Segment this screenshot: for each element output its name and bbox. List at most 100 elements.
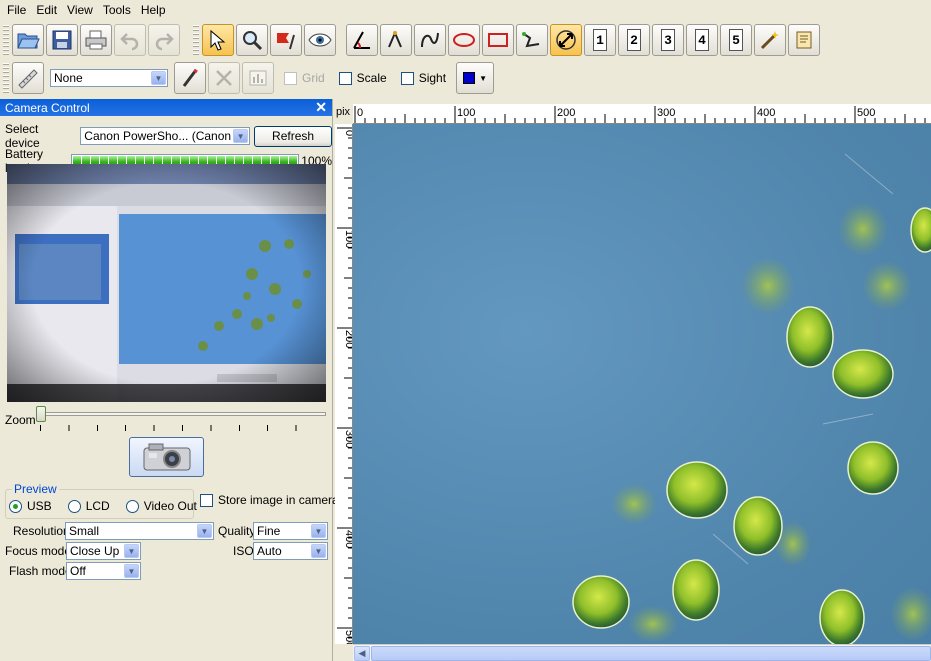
undo-button[interactable] (114, 24, 146, 56)
tool-3-button[interactable]: 3 (652, 24, 684, 56)
scroll-left-arrow-icon[interactable]: ◀ (354, 646, 370, 661)
chart-button[interactable] (242, 62, 274, 94)
line-measure-button[interactable] (380, 24, 412, 56)
undo-icon (120, 33, 139, 51)
toolbar-grip[interactable] (3, 25, 9, 55)
quality-label: Quality (218, 524, 256, 538)
toolbar-grip[interactable] (3, 63, 9, 93)
cursor-arrow-icon (210, 29, 226, 51)
horizontal-ruler: 0 100 200 300 400 500 (353, 104, 931, 124)
chevron-down-icon[interactable]: ▼ (151, 71, 166, 85)
refresh-button[interactable]: Refresh (254, 125, 332, 147)
menu-bar: File Edit View Tools Help (0, 0, 931, 20)
tool-4-button[interactable]: 4 (686, 24, 718, 56)
menu-view[interactable]: View (62, 0, 98, 20)
select-tool-button[interactable] (202, 24, 234, 56)
usb-label: USB (27, 499, 52, 513)
zoom-slider-track[interactable] (38, 412, 326, 416)
view-tool-button[interactable] (304, 24, 336, 56)
scrollbar-thumb[interactable] (371, 646, 931, 661)
capture-button[interactable] (129, 437, 204, 477)
number-2-icon: 2 (627, 29, 641, 51)
open-button[interactable] (12, 24, 44, 56)
device-select[interactable]: Canon PowerSho... (Canon PS ▼ (80, 127, 251, 145)
ellipse-tool-button[interactable] (448, 24, 480, 56)
curve-measure-button[interactable] (414, 24, 446, 56)
focus-mode-select[interactable]: Close Up ▼ (66, 542, 141, 560)
delete-button[interactable] (208, 62, 240, 94)
number-1-icon: 1 (593, 29, 607, 51)
focus-mode-label: Focus mode (5, 544, 72, 558)
save-button[interactable] (46, 24, 78, 56)
zoom-tool-button[interactable] (236, 24, 268, 56)
quality-value: Fine (257, 524, 281, 538)
flash-mode-value: Off (70, 564, 86, 578)
preview-image (7, 164, 326, 402)
ruler-label: 300 (343, 430, 353, 448)
video-out-label: Video Out (143, 499, 197, 513)
ruler-label: 300 (657, 107, 675, 119)
chevron-down-icon[interactable]: ▼ (311, 524, 326, 538)
ruler-label: 100 (457, 107, 475, 119)
preview-options: USB LCD Video Out (9, 499, 197, 513)
print-button[interactable] (80, 24, 112, 56)
floppy-icon (52, 30, 72, 50)
scale-checkbox[interactable] (338, 71, 352, 85)
video-out-radio[interactable] (125, 499, 139, 513)
pen-tool-button[interactable] (174, 62, 206, 94)
panel-title: Camera Control (5, 100, 90, 115)
menu-help[interactable]: Help (136, 0, 171, 20)
annotate-tool-button[interactable] (270, 24, 302, 56)
ruler-label: 0 (357, 107, 363, 119)
chevron-down-icon[interactable]: ▼ (311, 544, 326, 558)
micrograph-image (572, 153, 931, 644)
menu-file[interactable]: File (2, 0, 31, 20)
grid-checkbox[interactable] (284, 71, 297, 85)
close-icon[interactable]: ✕ (315, 99, 327, 116)
number-4-icon: 4 (695, 29, 709, 51)
ellipse-icon (453, 33, 475, 47)
store-in-camera-label: Store image in camera (218, 493, 339, 507)
ruler-label: 400 (757, 107, 775, 119)
chevron-down-icon[interactable]: ▼ (197, 524, 212, 538)
horizontal-scrollbar[interactable]: ◀ (353, 644, 931, 661)
toolbar-grip[interactable] (193, 25, 199, 55)
image-canvas[interactable] (353, 124, 931, 644)
tool-1-button[interactable]: 1 (584, 24, 616, 56)
printer-icon (85, 30, 107, 50)
rectangle-icon (488, 33, 508, 47)
redo-button[interactable] (148, 24, 180, 56)
usb-radio[interactable] (9, 499, 22, 513)
chevron-down-icon[interactable]: ▼ (124, 544, 139, 558)
ruler-tool-button[interactable] (12, 62, 44, 94)
store-in-camera-checkbox[interactable] (200, 493, 213, 507)
angle-tool-button[interactable] (346, 24, 378, 56)
menu-edit[interactable]: Edit (31, 0, 62, 20)
rectangle-tool-button[interactable] (482, 24, 514, 56)
sight-checkbox[interactable] (400, 71, 414, 85)
tool-2-button[interactable]: 2 (618, 24, 650, 56)
main-toolbar: 1 2 3 4 5 (0, 21, 931, 59)
tool-5-button[interactable]: 5 (720, 24, 752, 56)
magic-wand-icon (760, 31, 779, 50)
notes-tool-button[interactable] (788, 24, 820, 56)
calibrate-tool-button[interactable] (550, 24, 582, 56)
iso-label: ISO (233, 544, 254, 558)
resolution-select[interactable]: Small ▼ (65, 522, 214, 540)
flag-pen-icon (277, 33, 295, 50)
color-picker-button[interactable]: ▼ (456, 62, 495, 94)
zoom-slider-thumb[interactable] (36, 406, 46, 422)
lcd-radio[interactable] (67, 499, 81, 513)
bar-chart-icon (249, 70, 267, 86)
select-device-label: Select device (5, 122, 40, 150)
line-style-select[interactable]: None ▼ (50, 69, 168, 87)
iso-select[interactable]: Auto ▼ (253, 542, 328, 560)
polyline-tool-button[interactable] (516, 24, 548, 56)
chevron-down-icon[interactable]: ▼ (124, 564, 139, 578)
color-swatch (463, 72, 476, 84)
flash-mode-select[interactable]: Off ▼ (66, 562, 141, 580)
wand-tool-button[interactable] (754, 24, 786, 56)
chevron-down-icon[interactable]: ▼ (233, 129, 249, 143)
quality-select[interactable]: Fine ▼ (253, 522, 328, 540)
menu-tools[interactable]: Tools (98, 0, 136, 20)
